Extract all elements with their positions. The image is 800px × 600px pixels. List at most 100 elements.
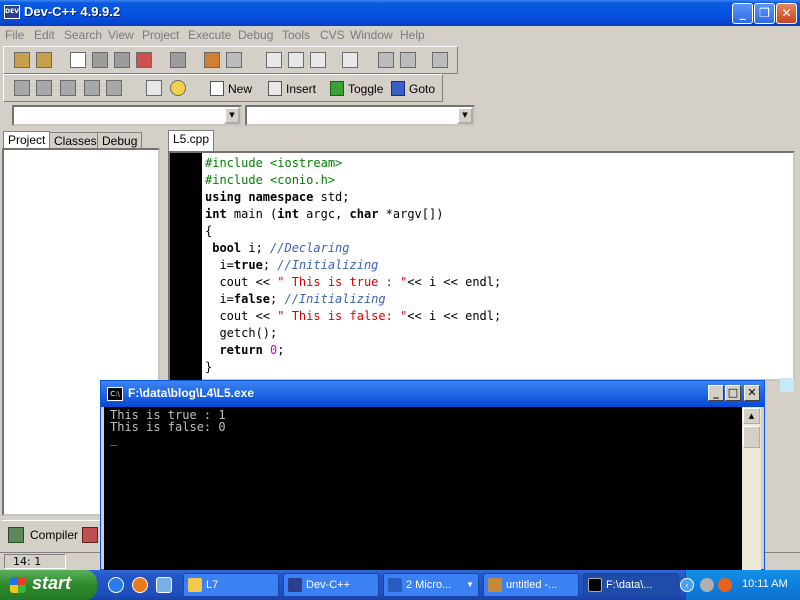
code-line[interactable]: i=true; //Initializing (205, 257, 501, 274)
class-combo[interactable]: ▼ (12, 105, 242, 126)
menu-cvs[interactable]: CVS (320, 28, 345, 42)
undo-icon[interactable] (204, 52, 220, 68)
tab-l5-cpp[interactable]: L5.cpp (168, 130, 215, 151)
member-combo[interactable]: ▼ (245, 105, 475, 126)
code-line[interactable]: #include <conio.h> (205, 172, 501, 189)
chevron-left-icon[interactable]: ‹ (680, 578, 694, 592)
tray-app-icon[interactable] (700, 578, 714, 592)
task-devcpp[interactable]: Dev-C++ (283, 573, 379, 597)
save-all-icon[interactable] (114, 52, 130, 68)
code-token: main ( (226, 207, 278, 221)
task-word[interactable]: 2 Micro... ▼ (383, 573, 479, 597)
menu-tools[interactable]: Tools (282, 28, 310, 42)
code-line[interactable]: i=false; //Initializing (205, 291, 501, 308)
find-next-icon[interactable] (310, 52, 326, 68)
goto-bookmark-button[interactable]: Goto (391, 79, 435, 99)
code-token: { (205, 224, 213, 238)
menu-help[interactable]: Help (400, 28, 425, 42)
menu-project[interactable]: Project (142, 28, 179, 42)
task-console[interactable]: F:\data\... (583, 573, 679, 597)
resources-icon[interactable] (82, 527, 98, 543)
goto-icon (391, 81, 405, 96)
code-token: false (233, 292, 271, 306)
menu-window[interactable]: Window (350, 28, 393, 42)
main-toolbar (3, 46, 458, 74)
compile-run-icon[interactable] (60, 80, 76, 96)
task-untitled[interactable]: untitled -... (483, 573, 579, 597)
forward-icon[interactable] (400, 52, 416, 68)
code-line[interactable]: return 0; (205, 342, 501, 359)
menu-debug[interactable]: Debug (238, 28, 273, 42)
close-button[interactable]: ✕ (776, 3, 797, 24)
console-close-button[interactable]: ✕ (744, 385, 760, 401)
code-token: " This is false: " (277, 309, 408, 323)
code-line[interactable]: cout << " This is false: "<< i << endl; (205, 308, 501, 325)
redo-icon[interactable] (226, 52, 242, 68)
start-button[interactable]: start (0, 570, 97, 600)
menu-search[interactable]: Search (64, 28, 102, 42)
close-file-icon[interactable] (136, 52, 152, 68)
compile-icon[interactable] (14, 80, 30, 96)
scroll-up-icon[interactable]: ▲ (743, 408, 760, 424)
find-icon[interactable] (266, 52, 282, 68)
toggle-icon (330, 81, 344, 96)
code-line[interactable]: bool i; //Declaring (205, 240, 501, 257)
menu-bar: File Edit Search View Project Execute De… (0, 26, 800, 45)
restore-button[interactable]: ❐ (754, 3, 775, 24)
code-token: cout << (205, 309, 278, 323)
save-icon[interactable] (92, 52, 108, 68)
code-token: return (205, 343, 263, 357)
code-line[interactable]: getch(); (205, 325, 501, 342)
code-token: #include <conio.h> (205, 173, 336, 187)
help-icon[interactable] (146, 80, 162, 96)
toggle-bookmark-button[interactable]: Toggle (330, 79, 383, 99)
console-output: This is true : 1 This is false: 0 _ (104, 407, 742, 570)
code-token: using namespace (205, 190, 314, 204)
code-token: //Declaring (270, 241, 350, 255)
code-line[interactable]: int main (int argc, char *argv[]) (205, 206, 501, 223)
open-project-icon[interactable] (14, 52, 30, 68)
new-class-button[interactable]: New (210, 79, 252, 99)
task-l7[interactable]: L7 (183, 573, 279, 597)
goto-line-icon[interactable] (342, 52, 358, 68)
menu-edit[interactable]: Edit (34, 28, 55, 42)
window-title: Dev-C++ 4.9.9.2 (24, 4, 121, 19)
minimize-button[interactable]: _ (732, 3, 753, 24)
source-code[interactable]: #include <iostream> #include <conio.h> usi… (205, 155, 501, 376)
about-icon[interactable] (170, 80, 186, 96)
new-file-icon[interactable] (70, 52, 86, 68)
code-line[interactable]: } (205, 359, 501, 376)
rebuild-icon[interactable] (84, 80, 100, 96)
classes-icon[interactable] (36, 52, 52, 68)
check-icon[interactable] (106, 80, 122, 96)
menu-execute[interactable]: Execute (188, 28, 231, 42)
print-icon[interactable] (170, 52, 186, 68)
code-line[interactable]: cout << " This is true : "<< i << endl; (205, 274, 501, 291)
chevron-down-icon[interactable]: ▼ (457, 107, 473, 124)
show-desktop-icon[interactable] (156, 577, 172, 593)
run-icon[interactable] (432, 52, 448, 68)
menu-file[interactable]: File (5, 28, 24, 42)
console-maximize-button[interactable]: □ (725, 385, 741, 401)
code-token: int (205, 207, 227, 221)
insert-button[interactable]: Insert (268, 79, 316, 99)
ie-icon[interactable] (108, 577, 124, 593)
chevron-down-icon[interactable]: ▼ (224, 107, 240, 124)
menu-view[interactable]: View (108, 28, 134, 42)
scroll-thumb[interactable] (743, 426, 760, 448)
console-title: F:\data\blog\L4\L5.exe (128, 386, 255, 400)
code-line[interactable]: { (205, 223, 501, 240)
console-scrollbar[interactable]: ▲ (742, 407, 761, 570)
code-line[interactable]: #include <iostream> (205, 155, 501, 172)
replace-icon[interactable] (288, 52, 304, 68)
code-line[interactable]: using namespace std; (205, 189, 501, 206)
code-token: i; (241, 241, 271, 255)
tray-network-icon[interactable] (718, 578, 732, 592)
compiler-tab[interactable]: Compiler (30, 528, 78, 542)
firefox-icon[interactable] (132, 577, 148, 593)
console-title-bar[interactable]: C:\ F:\data\blog\L4\L5.exe (101, 381, 764, 407)
title-bar[interactable]: DEV Dev-C++ 4.9.9.2 _ ❐ ✕ (0, 0, 800, 26)
back-icon[interactable] (378, 52, 394, 68)
console-minimize-button[interactable]: _ (708, 385, 724, 401)
run-program-icon[interactable] (36, 80, 52, 96)
